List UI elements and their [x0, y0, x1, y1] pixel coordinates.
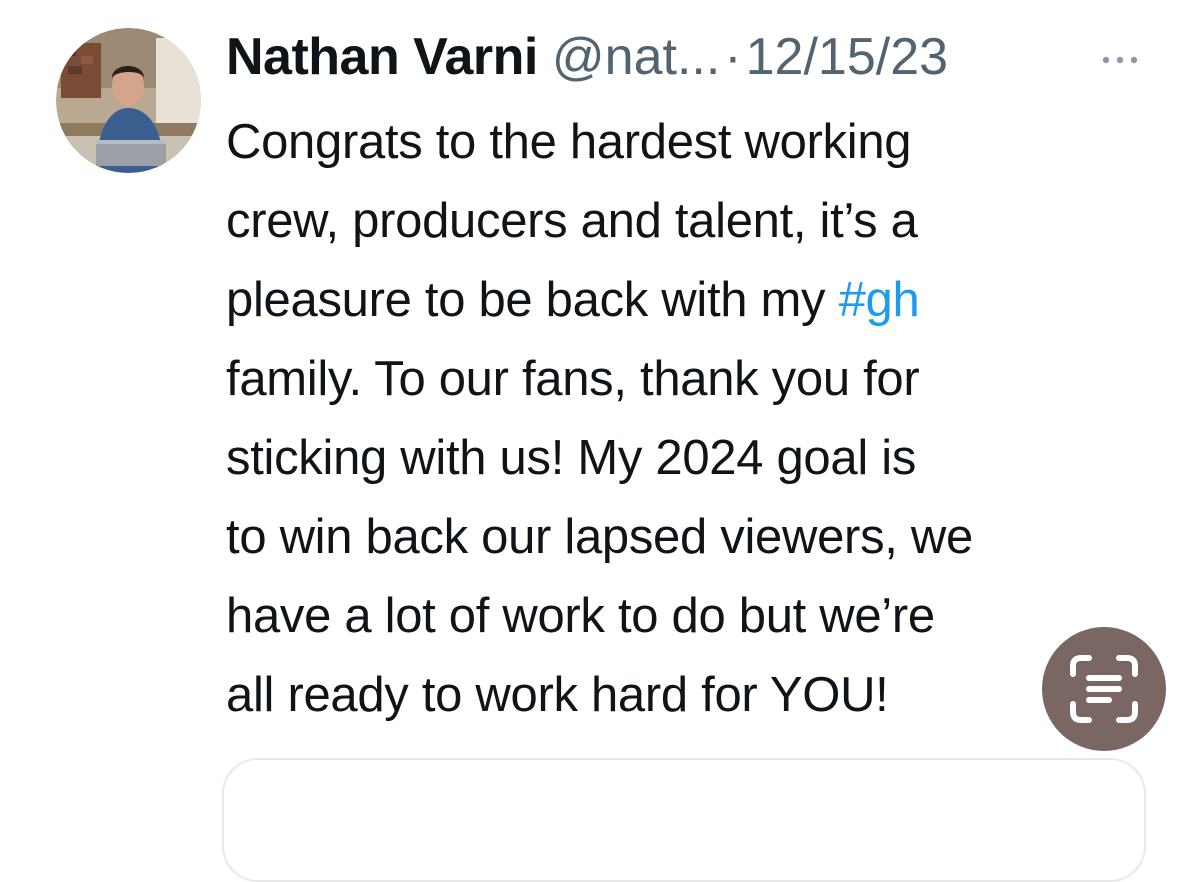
- author-avatar[interactable]: [56, 28, 201, 173]
- tweet-line: have a lot of work to do but we’re: [226, 589, 935, 643]
- author-display-name[interactable]: Nathan Varni: [226, 26, 538, 88]
- tweet-line: crew, producers and talent, it’s a: [226, 194, 918, 248]
- tweet-line: sticking with us! My 2024 goal is: [226, 431, 917, 485]
- tweet-line: to win back our lapsed viewers, we: [226, 510, 973, 564]
- tweet-line: Congrats to the hardest working: [226, 115, 912, 169]
- embedded-card[interactable]: [222, 758, 1146, 882]
- author-handle[interactable]: @nat...: [552, 26, 720, 88]
- hashtag-link[interactable]: #gh: [839, 273, 920, 327]
- tweet-date[interactable]: 12/15/23: [746, 26, 948, 88]
- tweet-header: Nathan Varni @nat... · 12/15/23: [226, 26, 948, 88]
- ellipsis-icon: [1102, 56, 1138, 64]
- live-text-scan-icon: [1070, 655, 1138, 723]
- more-options-button[interactable]: [1096, 40, 1144, 80]
- tweet-text: Congrats to the hardest working crew, pr…: [226, 103, 1156, 735]
- profile-photo: [56, 28, 201, 173]
- header-separator: ·: [724, 28, 742, 86]
- tweet-line-text: pleasure to be back with my: [226, 273, 839, 327]
- scan-text-button[interactable]: [1042, 627, 1166, 751]
- tweet-line: pleasure to be back with my #gh: [226, 261, 1156, 340]
- tweet-line: family. To our fans, thank you for: [226, 352, 920, 406]
- tweet-line: all ready to work hard for YOU!: [226, 668, 889, 722]
